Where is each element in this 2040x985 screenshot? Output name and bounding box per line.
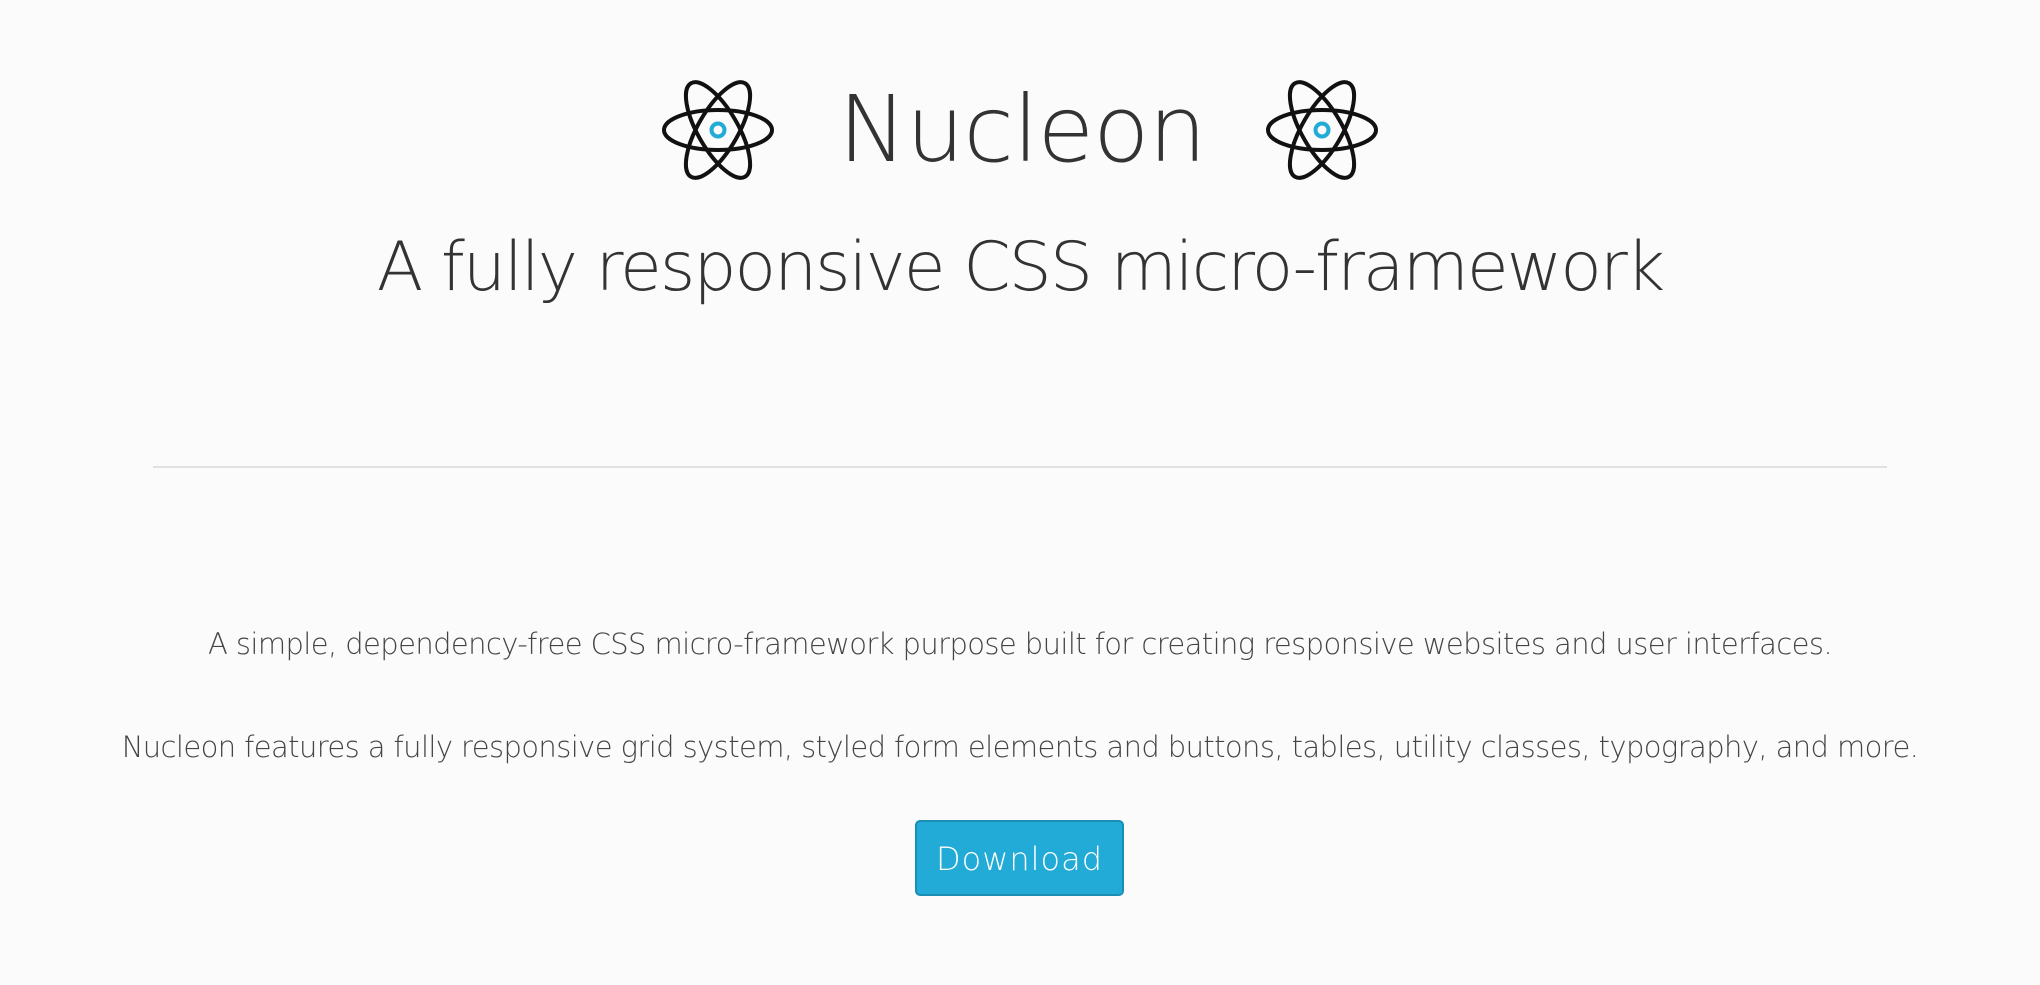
download-button[interactable]: Download	[915, 820, 1124, 896]
page-subtitle: A fully responsive CSS micro-framework	[376, 228, 1665, 307]
atom-icon	[1265, 80, 1378, 180]
divider	[153, 466, 1887, 468]
intro-text: A simple, dependency-free CSS micro-fram…	[208, 627, 1833, 661]
features-text: Nucleon features a fully responsive grid…	[121, 730, 1919, 764]
atom-icon	[662, 80, 775, 180]
site-header: Nucleon	[0, 70, 2040, 190]
page-title: Nucleon	[838, 76, 1206, 183]
